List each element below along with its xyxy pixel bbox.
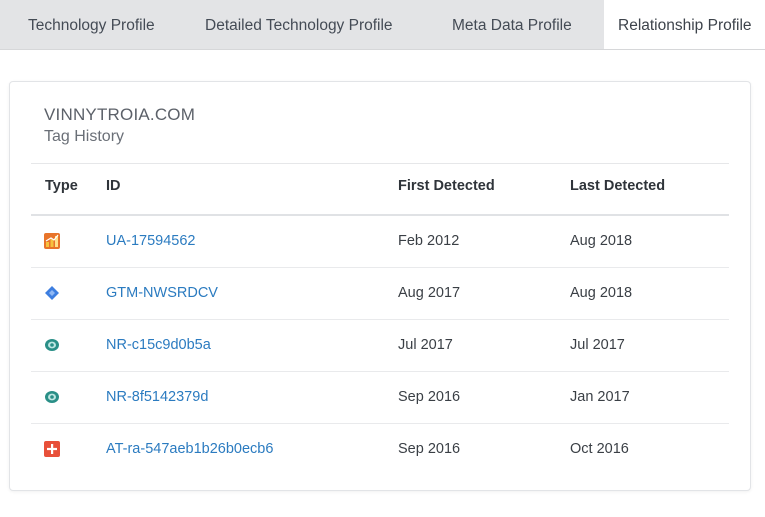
table-row: UA-17594562 Feb 2012 Aug 2018 <box>31 216 729 268</box>
first-detected-value: Sep 2016 <box>398 389 461 405</box>
new-relic-icon <box>44 389 60 405</box>
addthis-icon <box>44 441 60 457</box>
tag-id-link[interactable]: GTM-NWSRDCV <box>106 268 218 318</box>
new-relic-icon <box>44 337 60 353</box>
google-tag-manager-icon <box>44 285 60 301</box>
header-top-divider <box>31 163 729 164</box>
last-detected-value: Aug 2018 <box>570 285 633 301</box>
last-detected-value: Oct 2016 <box>570 441 629 457</box>
google-analytics-icon <box>44 233 60 249</box>
tag-id-link[interactable]: NR-8f5142379d <box>106 372 208 422</box>
first-detected-value: Sep 2016 <box>398 441 461 457</box>
tag-id-link[interactable]: AT-ra-547aeb1b26b0ecb6 <box>106 424 273 474</box>
tab-detailed-technology-profile[interactable]: Detailed Technology Profile <box>191 0 407 49</box>
tag-id-link[interactable]: NR-c15c9d0b5a <box>106 320 211 370</box>
last-detected-value: Aug 2018 <box>570 233 633 249</box>
first-detected-value: Aug 2017 <box>398 285 461 301</box>
tab-meta-data-profile[interactable]: Meta Data Profile <box>438 0 586 49</box>
tag-id-link[interactable]: UA-17594562 <box>106 216 196 266</box>
section-subtitle: Tag History <box>44 128 125 145</box>
table-row: AT-ra-547aeb1b26b0ecb6 Sep 2016 Oct 2016 <box>31 424 729 476</box>
first-detected-value: Feb 2012 <box>398 233 460 249</box>
last-detected-value: Jan 2017 <box>570 389 630 405</box>
table-row: NR-8f5142379d Sep 2016 Jan 2017 <box>31 372 729 424</box>
column-header-type: Type <box>45 178 78 194</box>
column-header-id: ID <box>106 178 121 194</box>
column-header-first-detected: First Detected <box>398 178 495 194</box>
column-header-last-detected: Last Detected <box>570 178 666 194</box>
last-detected-value: Jul 2017 <box>570 337 625 353</box>
tab-relationship-profile[interactable]: Relationship Profile <box>604 0 765 49</box>
first-detected-value: Jul 2017 <box>398 337 453 353</box>
table-row: NR-c15c9d0b5a Jul 2017 Jul 2017 <box>31 320 729 372</box>
table-row: GTM-NWSRDCV Aug 2017 Aug 2018 <box>31 268 729 320</box>
profile-tab-bar: Technology Profile Detailed Technology P… <box>0 0 765 50</box>
tab-technology-profile[interactable]: Technology Profile <box>14 0 169 49</box>
domain-title: VINNYTROIA.COM <box>44 105 196 124</box>
